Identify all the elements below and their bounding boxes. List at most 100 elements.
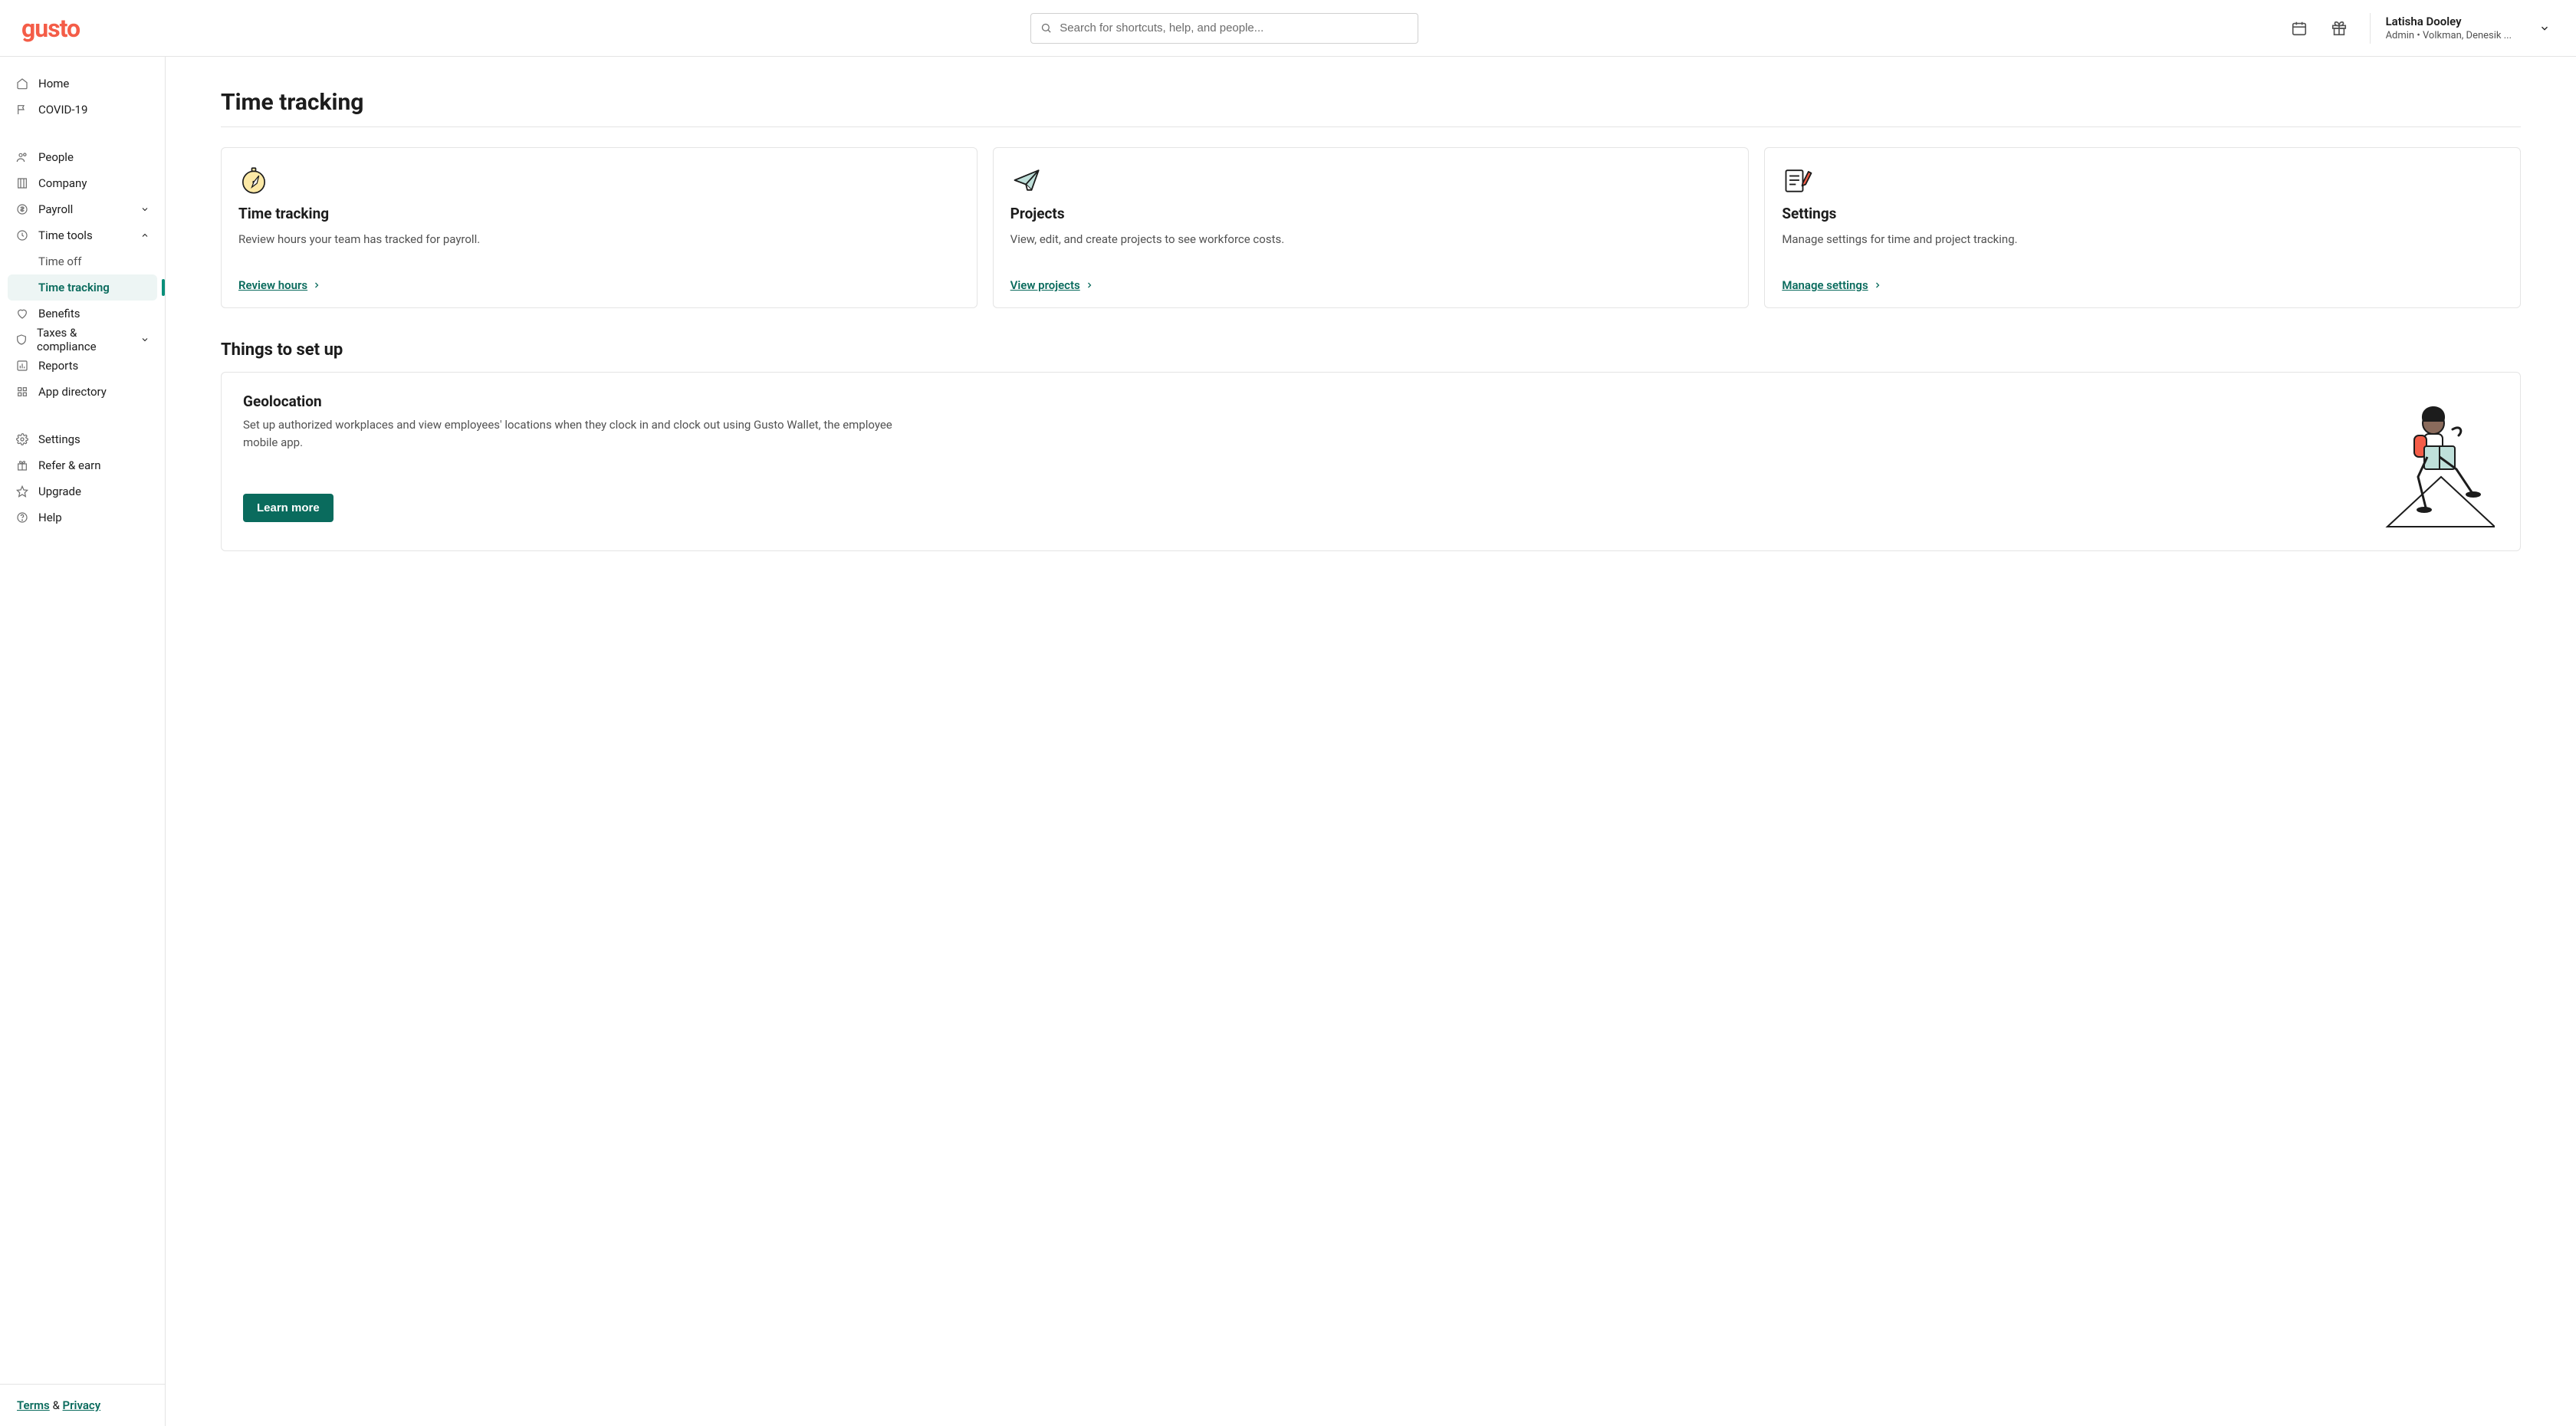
search-icon [1040,22,1052,34]
card-settings: Settings Manage settings for time and pr… [1764,147,2521,308]
gift-button[interactable] [2324,13,2354,44]
terms-link[interactable]: Terms [17,1398,50,1412]
header-center [181,13,2269,44]
sidebar-item-reports[interactable]: Reports [8,353,157,379]
card-body: Manage settings for time and project tra… [1782,232,2503,269]
notepad-icon [1782,165,1812,196]
sidebar-item-label: Home [38,77,69,90]
learn-more-button[interactable]: Learn more [243,494,334,522]
gift-icon [2331,20,2348,37]
global-search[interactable] [1030,13,1418,44]
brand-logo[interactable]: gusto [21,14,80,43]
sidebar-item-label: Refer & earn [38,458,101,472]
star-icon [15,485,29,498]
app-body: Home COVID-19 People Company [0,57,2576,1426]
sidebar-item-people[interactable]: People [8,144,157,170]
card-cta-label: View projects [1010,278,1080,292]
gear-icon [15,432,29,446]
flag-icon [15,103,29,117]
sidebar-item-label: Settings [38,432,80,446]
card-title: Settings [1782,205,2503,222]
setup-body: Set up authorized workplaces and view em… [243,416,918,451]
sidebar-item-label: COVID-19 [38,103,87,117]
chevron-down-icon [140,205,150,214]
sidebar-scroll[interactable]: Home COVID-19 People Company [0,57,165,1384]
people-icon [15,150,29,164]
sidebar-item-upgrade[interactable]: Upgrade [8,478,157,504]
sidebar: Home COVID-19 People Company [0,57,166,1426]
user-subline: Admin • Volkman, Denesik ... [2386,30,2512,41]
heart-icon [15,307,29,320]
sidebar-item-covid[interactable]: COVID-19 [8,97,157,123]
user-menu-text: Latisha Dooley Admin • Volkman, Denesik … [2386,15,2512,41]
sidebar-item-benefits[interactable]: Benefits [8,301,157,327]
sidebar-footer: Terms & Privacy [0,1384,165,1426]
sidebar-item-app-directory[interactable]: App directory [8,379,157,405]
header-right: Latisha Dooley Admin • Volkman, Denesik … [2284,13,2555,44]
sidebar-item-help[interactable]: Help [8,504,157,531]
sidebar-subitem-label: Time tracking [38,281,110,294]
review-hours-link[interactable]: Review hours [238,278,960,292]
dollar-icon [15,202,29,216]
setup-title: Geolocation [243,393,2354,410]
sidebar-item-label: Upgrade [38,485,81,498]
sidebar-item-label: Reports [38,359,78,373]
card-cta-label: Review hours [238,278,307,292]
logo-slot: gusto [21,14,166,43]
sidebar-item-label: People [38,150,74,164]
card-body: Review hours your team has tracked for p… [238,232,960,269]
paper-plane-icon [1010,165,1041,196]
card-projects: Projects View, edit, and create projects… [993,147,1750,308]
card-time-tracking: Time tracking Review hours your team has… [221,147,978,308]
gift-small-icon [15,458,29,472]
card-title: Projects [1010,205,1732,222]
sidebar-subitem-time-off[interactable]: Time off [8,248,157,274]
view-projects-link[interactable]: View projects [1010,278,1732,292]
chevron-down-icon [140,335,150,344]
sidebar-subitem-label: Time off [38,255,81,268]
hiker-illustration [2376,393,2499,531]
setup-text: Geolocation Set up authorized workplaces… [243,393,2354,522]
sidebar-item-refer[interactable]: Refer & earn [8,452,157,478]
sidebar-item-label: Taxes & compliance [37,326,122,353]
help-icon [15,511,29,524]
sidebar-item-label: Company [38,176,87,190]
calendar-icon [2291,20,2308,37]
page-title: Time tracking [221,89,2521,127]
user-menu[interactable]: Latisha Dooley Admin • Volkman, Denesik … [2386,15,2555,41]
setup-card-geolocation: Geolocation Set up authorized workplaces… [221,372,2521,551]
home-icon [15,77,29,90]
sidebar-item-taxes[interactable]: Taxes & compliance [8,327,157,353]
sidebar-item-payroll[interactable]: Payroll [8,196,157,222]
building-icon [15,176,29,190]
clock-icon [15,228,29,242]
summary-cards: Time tracking Review hours your team has… [221,147,2521,308]
chevron-down-icon [2539,23,2550,34]
privacy-link[interactable]: Privacy [63,1398,101,1412]
card-title: Time tracking [238,205,960,222]
sidebar-item-time-tools[interactable]: Time tools [8,222,157,248]
sidebar-item-company[interactable]: Company [8,170,157,196]
chevron-right-icon [1873,281,1882,290]
calendar-button[interactable] [2284,13,2315,44]
footer-amp: & [50,1398,63,1412]
sidebar-item-home[interactable]: Home [8,71,157,97]
compass-icon [238,165,269,196]
card-cta-label: Manage settings [1782,278,1868,292]
sidebar-item-label: Benefits [38,307,80,320]
sidebar-subitem-time-tracking[interactable]: Time tracking [8,274,157,301]
chevron-right-icon [1085,281,1094,290]
main-content[interactable]: Time tracking Time tracking Review hours… [166,57,2576,1426]
sidebar-item-settings[interactable]: Settings [8,426,157,452]
chevron-up-icon [140,231,150,240]
chevron-right-icon [312,281,321,290]
setup-heading: Things to set up [221,340,2521,360]
divider [2370,13,2371,44]
manage-settings-link[interactable]: Manage settings [1782,278,2503,292]
shield-icon [15,333,28,347]
chart-icon [15,359,29,373]
sidebar-item-label: Help [38,511,62,524]
search-input[interactable] [1060,21,1408,34]
card-body: View, edit, and create projects to see w… [1010,232,1732,269]
grid-icon [15,385,29,399]
